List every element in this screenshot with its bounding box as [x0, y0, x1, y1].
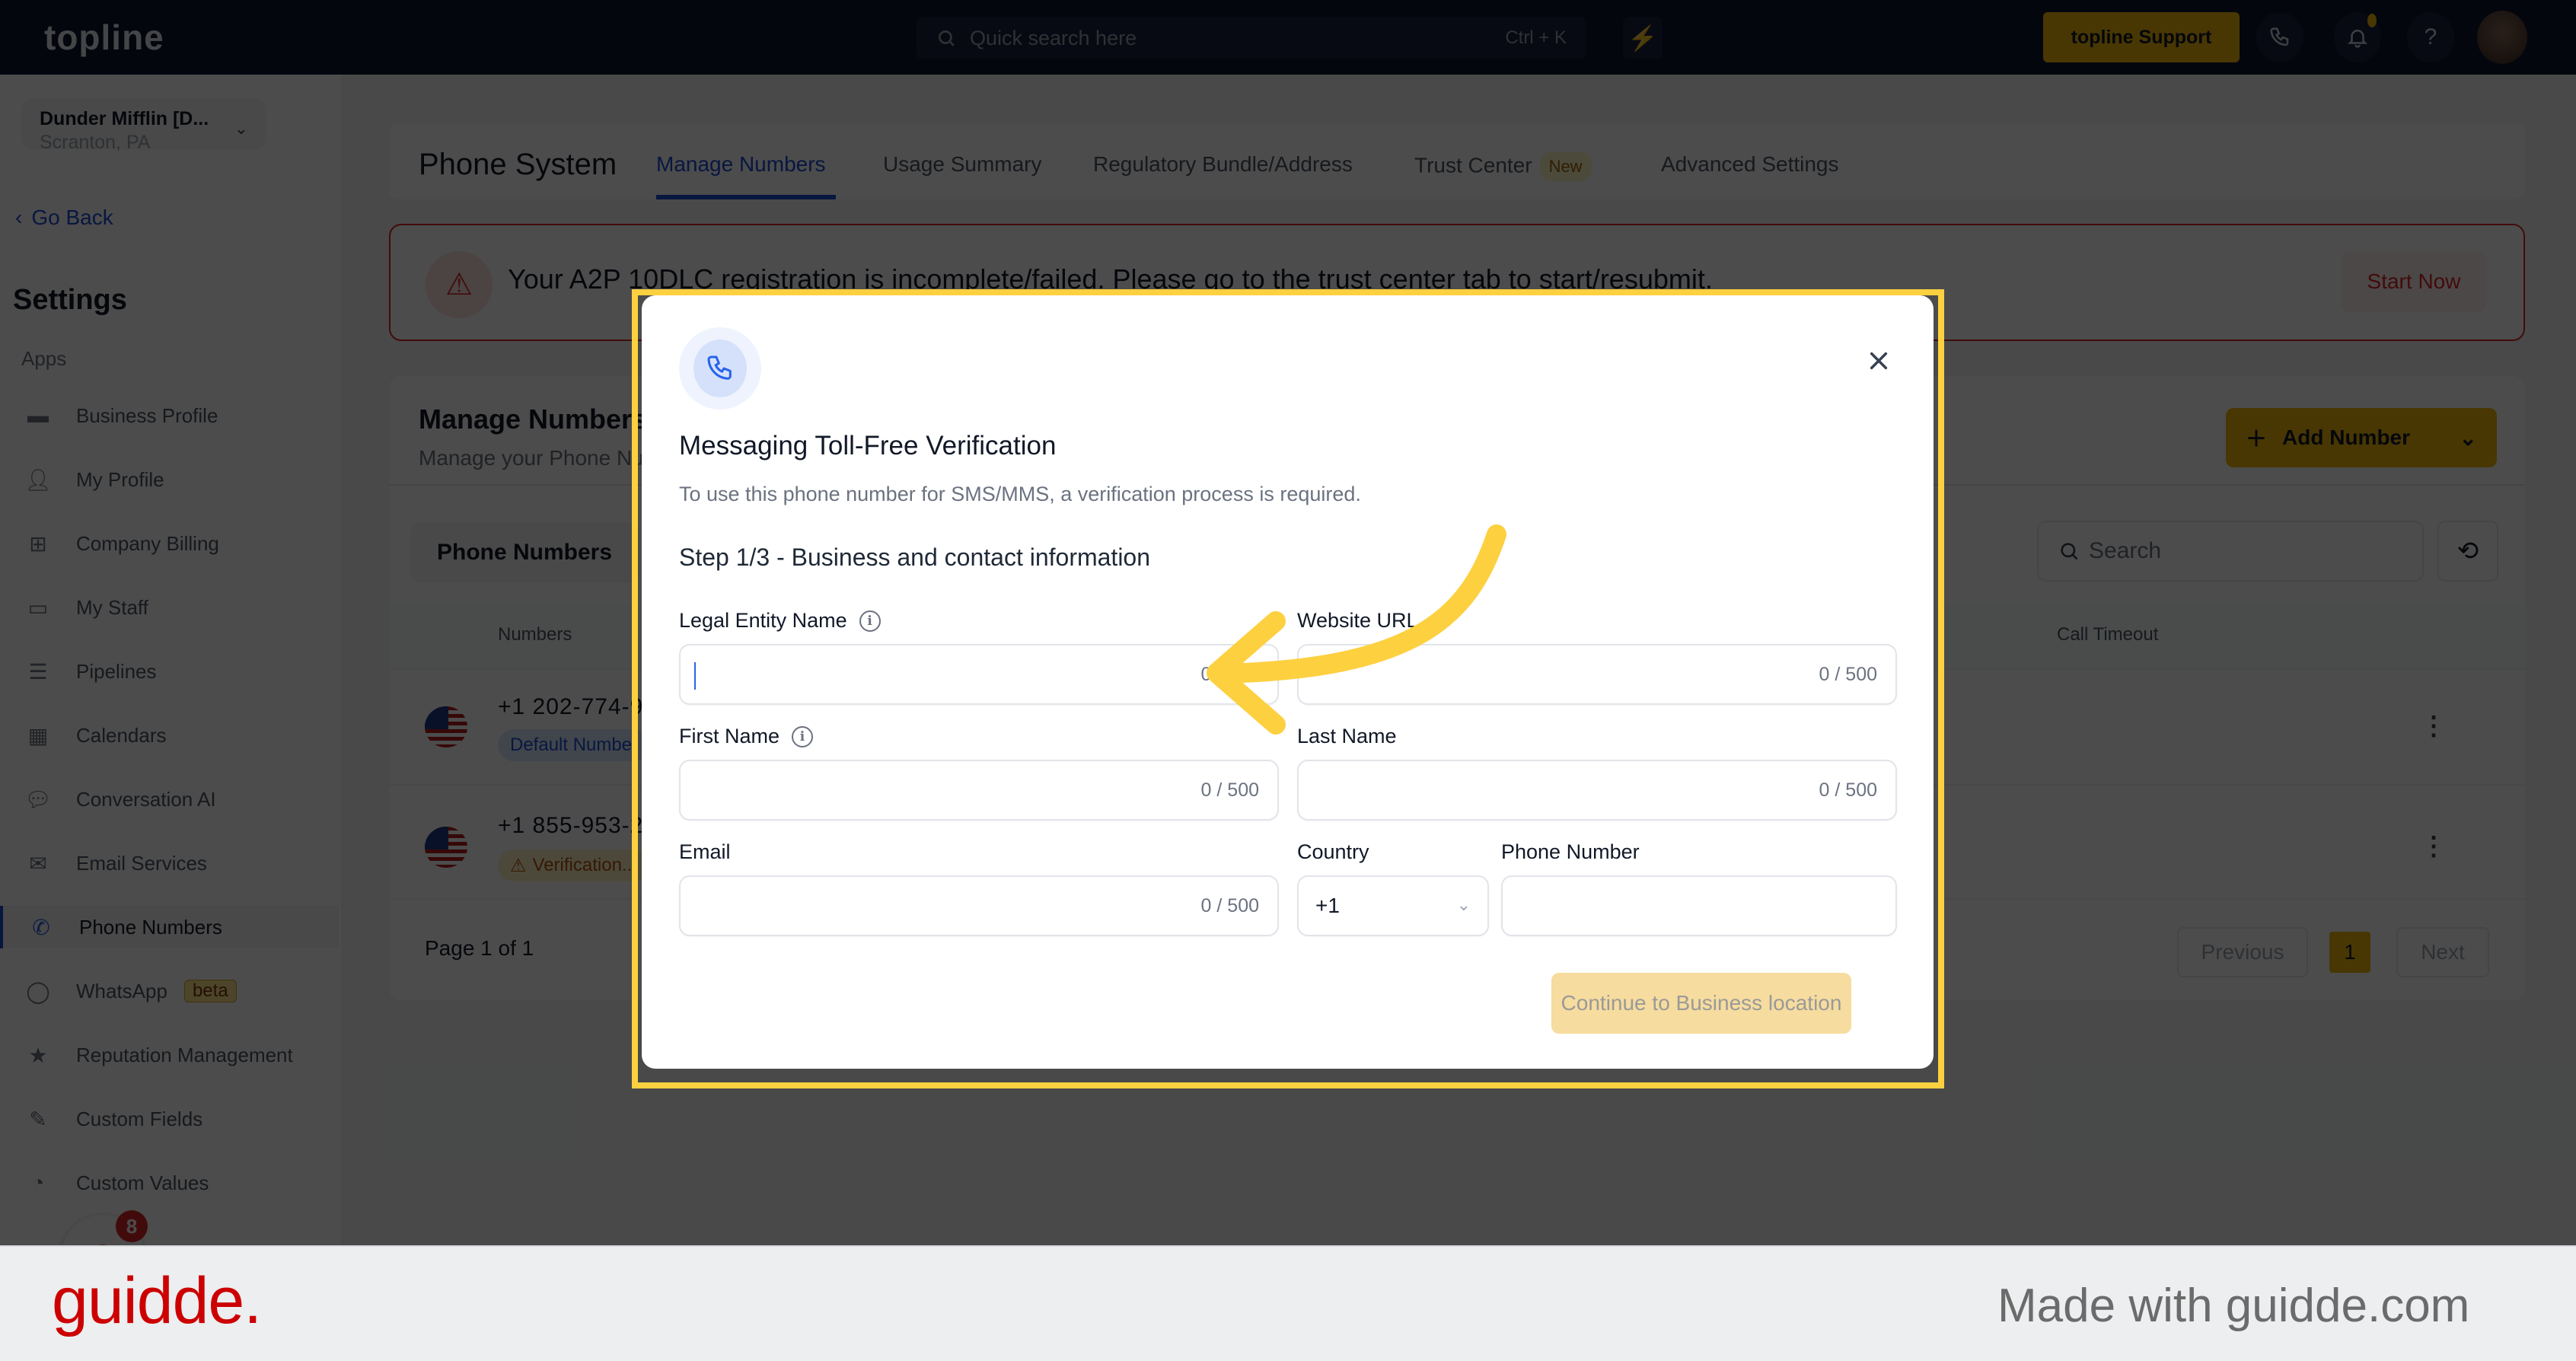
- country-code-value: +1: [1315, 894, 1340, 917]
- email-label: Email: [679, 840, 731, 863]
- modal-title: Messaging Toll-Free Verification: [679, 431, 1057, 461]
- first-name-label-text: First Name: [679, 725, 780, 747]
- info-icon[interactable]: i: [859, 610, 881, 632]
- char-counter: 0 / 500: [1819, 664, 1877, 685]
- legal-entity-name-input[interactable]: 0 / 500: [679, 644, 1279, 705]
- continue-button[interactable]: Continue to Business location: [1551, 973, 1851, 1034]
- text-cursor: [694, 662, 696, 690]
- char-counter: 0 / 500: [1200, 664, 1259, 685]
- char-counter: 0 / 500: [1200, 779, 1259, 801]
- phone-number-input[interactable]: [1501, 875, 1897, 936]
- last-name-input[interactable]: 0 / 500: [1297, 760, 1897, 821]
- country-select[interactable]: +1 ⌄: [1297, 875, 1489, 936]
- modal-icon-badge: [679, 327, 761, 410]
- chevron-down-icon: ⌄: [1456, 895, 1471, 914]
- char-counter: 0 / 500: [1200, 895, 1259, 916]
- close-icon: [1870, 352, 1888, 370]
- made-with-guidde: Made with guidde.com: [1997, 1280, 2470, 1332]
- phone-icon: [707, 355, 732, 380]
- close-modal-button[interactable]: [1865, 347, 1892, 375]
- legal-entity-name-label: Legal Entity Name i: [679, 609, 881, 633]
- guidde-logo: guidde.: [52, 1264, 262, 1337]
- website-url-label: Website URL: [1297, 609, 1418, 632]
- info-icon[interactable]: i: [792, 725, 814, 747]
- email-input[interactable]: 0 / 500: [679, 875, 1279, 936]
- last-name-label: Last Name: [1297, 725, 1397, 747]
- first-name-input[interactable]: 0 / 500: [679, 760, 1279, 821]
- phone-number-label: Phone Number: [1501, 840, 1640, 863]
- country-label: Country: [1297, 840, 1369, 863]
- legal-entity-name-label-text: Legal Entity Name: [679, 609, 847, 632]
- website-url-input[interactable]: 0 / 500: [1297, 644, 1897, 705]
- step-indicator: Step 1/3 - Business and contact informat…: [679, 543, 1151, 571]
- modal-subtitle: To use this phone number for SMS/MMS, a …: [679, 483, 1361, 505]
- char-counter: 0 / 500: [1819, 779, 1877, 801]
- first-name-label: First Name i: [679, 725, 814, 748]
